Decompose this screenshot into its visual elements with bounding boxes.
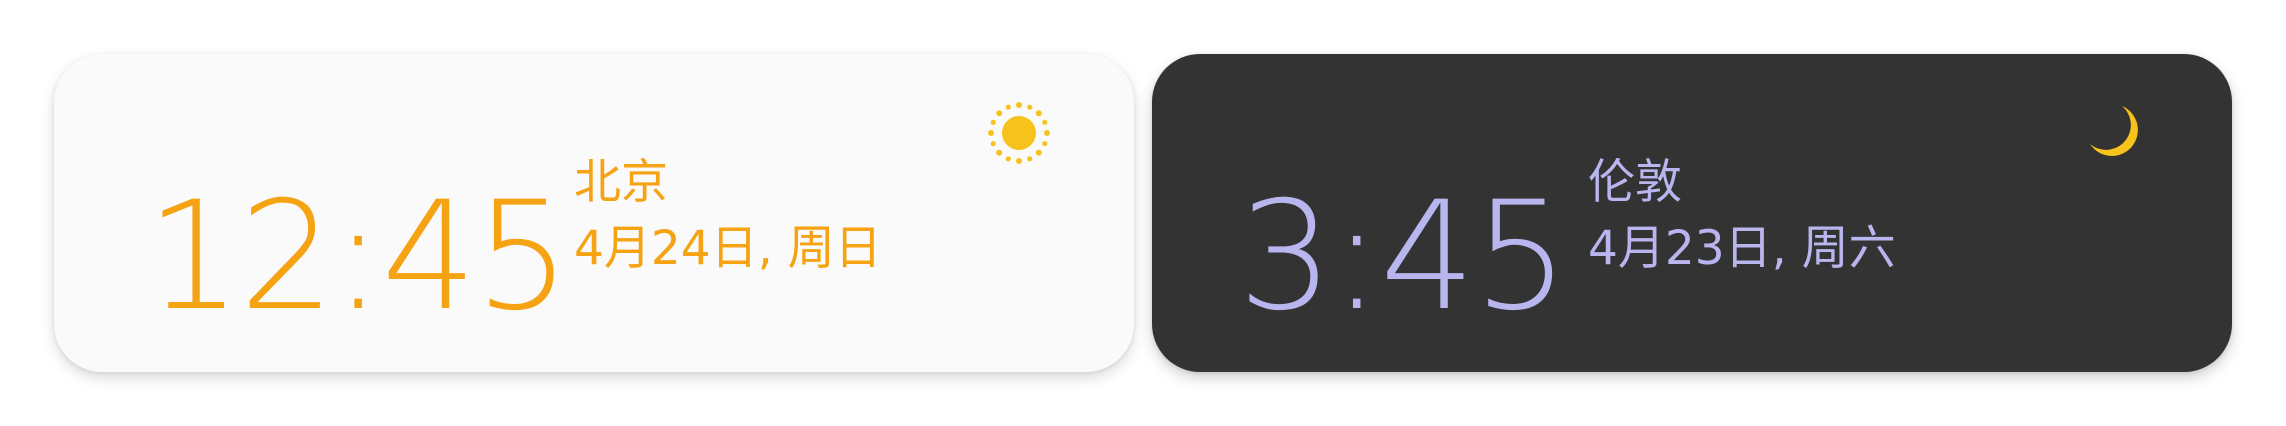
clock-info: 伦敦 4月23日, 周六 — [1588, 155, 1896, 278]
city-name: 北京 — [574, 155, 668, 210]
moon-icon — [2090, 106, 2138, 156]
clock-info: 北京 4月24日, 周日 — [574, 155, 882, 278]
clock-widget-beijing[interactable]: 12:45 北京 4月24日, 周日 — [54, 54, 1134, 372]
date-label: 4月23日, 周六 — [1588, 221, 1896, 277]
clock-time: 12:45 — [146, 170, 570, 344]
date-label: 4月24日, 周日 — [574, 221, 882, 277]
city-name: 伦敦 — [1588, 155, 1682, 210]
sun-icon — [988, 102, 1050, 164]
clock-time: 3:45 — [1238, 170, 1569, 344]
clock-widgets: 12:45 北京 4月24日, 周日 3:45 伦敦 4月23日, 周六 — [0, 0, 2286, 426]
clock-widget-london[interactable]: 3:45 伦敦 4月23日, 周六 — [1152, 54, 2232, 372]
